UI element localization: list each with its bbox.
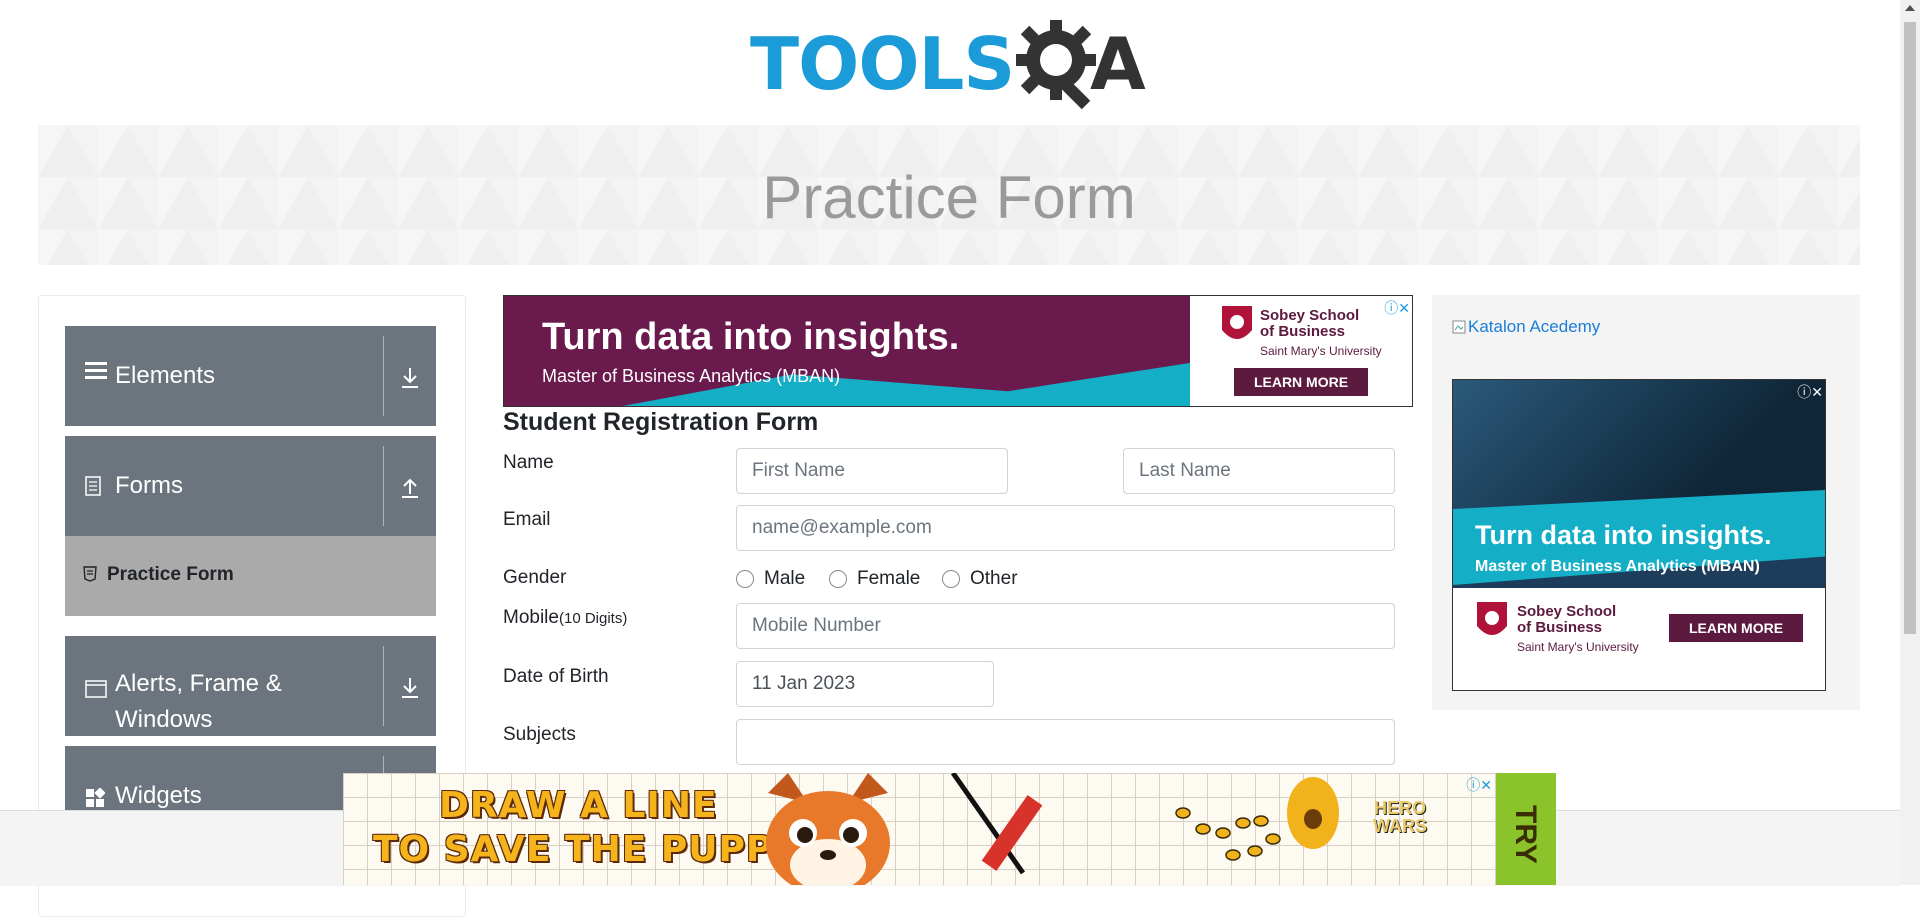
ad-brand-line1: Sobey School: [1260, 307, 1360, 324]
dob-input[interactable]: [736, 661, 994, 707]
ad-headline: Turn data into insights.: [542, 316, 960, 358]
html-icon: [83, 566, 97, 587]
ad-line2: TO SAVE THE PUPPY: [373, 829, 801, 870]
sidebar-group-elements[interactable]: Elements: [65, 326, 436, 426]
sidebar-group-label: Forms: [115, 472, 183, 499]
ad-brand-line1: Sobey School: [1517, 603, 1617, 620]
ad-close-icon[interactable]: ⓘ✕: [1384, 298, 1410, 318]
radio-circle[interactable]: [736, 570, 754, 588]
ad-line1: DRAW A LINE: [439, 785, 718, 826]
brand-line1: HERO: [1373, 798, 1426, 818]
gender-radio-female[interactable]: Female: [829, 568, 920, 590]
email-input[interactable]: [736, 505, 1395, 551]
link-text: Katalon Acedemy: [1468, 317, 1601, 336]
mobile-label-text: Mobile: [503, 607, 559, 628]
form-title: Student Registration Form: [503, 408, 819, 436]
name-label: Name: [503, 452, 554, 473]
ad-try-button[interactable]: TRY: [1496, 773, 1556, 885]
scrollbar-thumb[interactable]: [1904, 22, 1916, 634]
katalon-academy-link[interactable]: Katalon Acedemy: [1452, 317, 1600, 337]
subjects-label: Subjects: [503, 724, 576, 745]
ad-brand-sub: Saint Mary's University: [1260, 344, 1382, 358]
last-name-input[interactable]: [1123, 448, 1395, 494]
ad-subline: Master of Business Analytics (MBAN): [542, 366, 841, 386]
ad-brand-line2: of Business: [1260, 323, 1346, 340]
page-banner: Practice Form: [38, 125, 1860, 265]
upload-icon[interactable]: [394, 472, 426, 504]
window-icon: [85, 678, 107, 704]
ad-subline: Master of Business Analytics (MBAN): [1475, 558, 1760, 575]
ad-learn-more-button[interactable]: LEARN MORE: [1234, 368, 1368, 396]
page-title: Practice Form: [762, 164, 1136, 231]
sidebar-group-label: Alerts, Frame & Windows: [115, 670, 282, 733]
ad-brand-line2: of Business: [1517, 619, 1603, 636]
ad-banner-top[interactable]: Turn data into insights. Master of Busin…: [503, 295, 1413, 407]
gender-radio-other[interactable]: Other: [942, 568, 1018, 590]
ad-learn-more-button[interactable]: LEARN MORE: [1669, 614, 1803, 642]
radio-label: Male: [764, 568, 806, 589]
beehive-icon: [1175, 777, 1339, 861]
download-icon[interactable]: [394, 672, 426, 704]
radio-label: Other: [970, 568, 1018, 589]
sidebar-item-label: Practice Form: [107, 564, 234, 585]
school-crest-icon: [1477, 602, 1507, 635]
puppy-icon: [766, 773, 890, 885]
sidebar-group-forms[interactable]: Forms: [65, 436, 436, 536]
brand-line2: WARS: [1373, 816, 1427, 836]
divider: [383, 646, 384, 726]
right-column: Katalon Acedemy Turn data into insights.…: [1432, 295, 1860, 710]
first-name-input[interactable]: [736, 448, 1008, 494]
broken-image-icon: [1452, 320, 1466, 334]
radio-circle[interactable]: [942, 570, 960, 588]
ad-brand-panel: Sobey School of Business Saint Mary's Un…: [1190, 296, 1412, 406]
dob-label: Date of Birth: [503, 666, 609, 687]
sidebar-item-practice-form[interactable]: Practice Form: [65, 536, 436, 616]
radio-circle[interactable]: [829, 570, 847, 588]
subjects-input[interactable]: [736, 719, 1395, 765]
hero-wars-logo: HERO WARS: [1373, 799, 1427, 835]
mobile-input[interactable]: [736, 603, 1395, 649]
mobile-hint: (10 Digits): [558, 610, 628, 627]
ad-banner-bottom[interactable]: DRAW A LINE TO SAVE THE PUPPY HERO WARS …: [343, 773, 1556, 885]
sidebar-group-alerts[interactable]: Alerts, Frame & Windows: [65, 636, 436, 736]
ad-cta: TRY: [1509, 805, 1542, 864]
scroll-up-arrow-icon[interactable]: [1905, 5, 1915, 11]
ad-brand-panel: Sobey School of Business Saint Mary's Un…: [1453, 588, 1825, 690]
mobile-label: Mobile(10 Digits): [503, 607, 627, 629]
gender-radio-male[interactable]: Male: [736, 568, 805, 590]
pencil-icon: [950, 773, 1043, 875]
ad-banner-side[interactable]: Turn data into insights. Master of Busin…: [1452, 379, 1826, 691]
email-label: Email: [503, 509, 551, 530]
gender-label: Gender: [503, 567, 567, 588]
download-icon[interactable]: [394, 362, 426, 394]
school-crest-icon: [1222, 306, 1252, 339]
sidebar-group-label: Elements: [115, 362, 216, 389]
ad-headline: Turn data into insights.: [1475, 520, 1772, 550]
menu-icon: [85, 360, 107, 386]
logo-text: TOOLS: [750, 22, 1015, 106]
ad-close-icon[interactable]: ⓘ✕: [1466, 775, 1492, 795]
divider: [383, 446, 384, 526]
scrollbar[interactable]: [1900, 0, 1920, 885]
ad-close-icon[interactable]: ⓘ✕: [1797, 382, 1823, 402]
ad-brand-sub: Saint Mary's University: [1517, 640, 1639, 654]
sidebar-group-label: Widgets: [115, 782, 202, 809]
logo-text-a: A: [1090, 22, 1146, 106]
divider: [383, 336, 384, 416]
document-icon: [85, 476, 101, 502]
radio-label: Female: [857, 568, 921, 589]
toolsqa-logo[interactable]: TOOLS A: [750, 18, 1154, 113]
